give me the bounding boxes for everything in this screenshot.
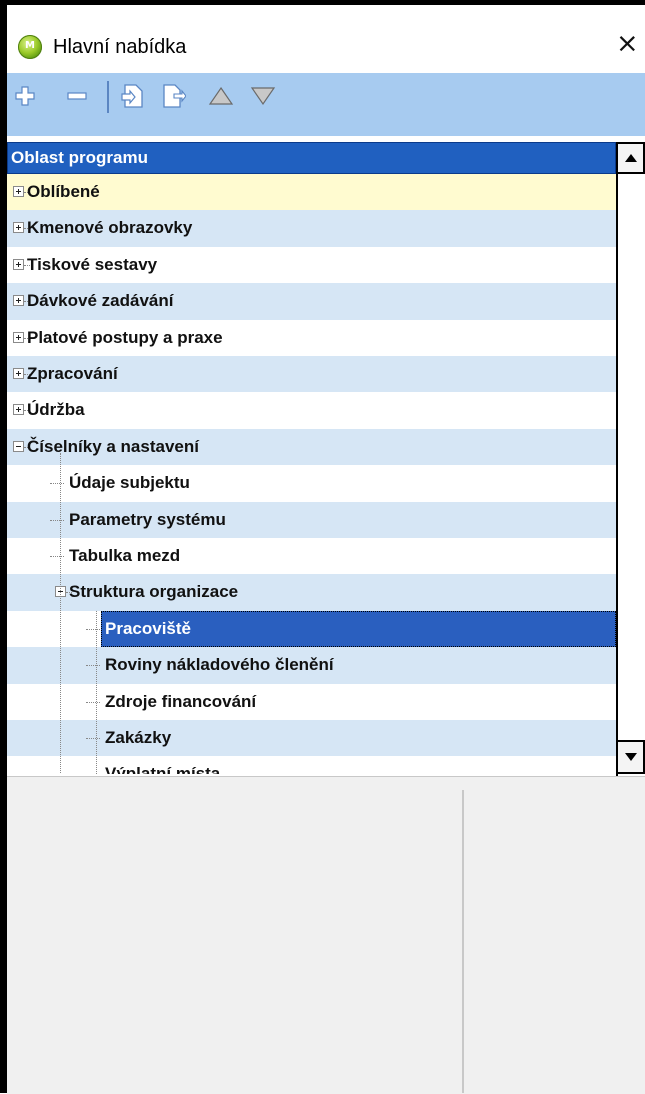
tree-item-label: Pracoviště — [105, 618, 191, 638]
tree-item[interactable]: Oblíbené — [7, 174, 616, 211]
tree-item[interactable]: Číselníky a nastavení — [7, 428, 616, 466]
main-menu-window: Hlavní nabídka × — [0, 0, 645, 1094]
move-down-button[interactable] — [249, 79, 277, 113]
tree-item[interactable]: Struktura organizace — [7, 574, 616, 611]
collapse-all-button[interactable] — [63, 79, 91, 113]
scroll-down-button[interactable] — [616, 740, 645, 774]
tree-view: Oblíbené Kmenové obrazovky Tiskové sestavy… — [7, 174, 616, 774]
tree-connector — [50, 519, 64, 521]
tree-item[interactable]: Zpracování — [7, 356, 616, 393]
close-button[interactable]: × — [616, 30, 639, 57]
tree-item-label: Struktura organizace — [69, 582, 239, 602]
tree-item[interactable]: Údržba — [7, 392, 616, 429]
tree-item[interactable]: Tabulka mezd — [7, 538, 616, 575]
move-up-button[interactable] — [207, 79, 235, 113]
tree-connector — [86, 701, 100, 703]
minus-icon — [67, 92, 87, 100]
tree-item-label: Zpracování — [27, 364, 118, 383]
expand-all-button[interactable] — [11, 79, 39, 113]
status-bar-divider — [462, 790, 464, 1093]
tree-connector — [50, 483, 64, 485]
tree-item[interactable]: Roviny nákladového členění — [7, 647, 616, 684]
tree-item[interactable]: Výplatní místa — [7, 756, 616, 774]
tree-connector — [86, 665, 100, 667]
expand-icon[interactable] — [13, 222, 24, 234]
toolbar-separator — [107, 81, 109, 113]
tree-item[interactable]: Tiskové sestavy — [7, 246, 616, 284]
expand-icon[interactable] — [13, 258, 24, 270]
move-up-icon — [208, 86, 234, 105]
tree-item-label: Platové postupy a praxe — [27, 327, 223, 347]
arrow-up-icon — [624, 154, 637, 162]
tree-item-label: Údržba — [27, 400, 85, 420]
tree-item-label: Zakázky — [105, 728, 172, 747]
tree-connector — [50, 556, 64, 557]
tree-item-label: Parametry systému — [69, 509, 226, 529]
expand-icon[interactable] — [13, 186, 24, 197]
scroll-up-button[interactable] — [616, 142, 645, 174]
tree-item-label: Dávkové zadávání — [27, 291, 174, 311]
tree-connector — [86, 738, 100, 739]
tree-guide-line — [96, 610, 97, 774]
tree-item[interactable]: Zdroje financování — [7, 683, 616, 720]
window-title: Hlavní nabídka — [53, 36, 187, 58]
tree-item-label: Roviny nákladového členění — [105, 655, 334, 675]
arrow-down-icon — [624, 753, 637, 761]
tree-item[interactable]: Platové postupy a praxe — [7, 319, 616, 356]
tree-connector — [86, 628, 100, 630]
app-logo-icon — [18, 35, 42, 59]
tree-item-label: Oblíbené — [27, 182, 100, 201]
insert-icon — [121, 84, 143, 108]
edit-icon — [163, 84, 186, 108]
tree-item-label: Zdroje financování — [105, 691, 257, 711]
vertical-scrollbar[interactable] — [616, 142, 645, 776]
expand-icon[interactable] — [13, 295, 24, 307]
edit-item-button[interactable] — [159, 79, 187, 113]
tree-item[interactable]: Údaje subjektu — [7, 465, 616, 502]
expand-icon[interactable] — [13, 404, 24, 416]
move-down-icon — [250, 87, 276, 106]
toolbar — [7, 73, 645, 136]
tree-item[interactable]: Zakázky — [7, 720, 616, 757]
tree-guide-line — [60, 452, 61, 774]
expand-icon[interactable] — [13, 331, 24, 343]
status-bar — [7, 776, 645, 1094]
collapse-icon[interactable] — [13, 440, 24, 452]
expand-icon[interactable] — [13, 368, 24, 379]
tree-item-label: Tabulka mezd — [69, 546, 181, 565]
title-bar: Hlavní nabídka × — [7, 5, 645, 73]
tree-item-label: Údaje subjektu — [69, 473, 190, 493]
tree-item-label: Tiskové sestavy — [27, 254, 158, 274]
tree-item-label: Výplatní místa — [105, 764, 221, 774]
tree-item-label: Kmenové obrazovky — [27, 218, 193, 238]
tree-column-header: Oblast programu — [7, 142, 616, 174]
plus-icon — [15, 86, 35, 106]
tree-item[interactable]: Kmenové obrazovky — [7, 210, 616, 247]
tree-item[interactable]: Dávkové zadávání — [7, 283, 616, 320]
tree-item[interactable]: Pracoviště — [7, 610, 616, 648]
window-left-border — [0, 0, 7, 1093]
insert-item-button[interactable] — [119, 79, 147, 113]
tree-item-label: Číselníky a nastavení — [27, 436, 199, 456]
tree-item[interactable]: Parametry systému — [7, 501, 616, 538]
